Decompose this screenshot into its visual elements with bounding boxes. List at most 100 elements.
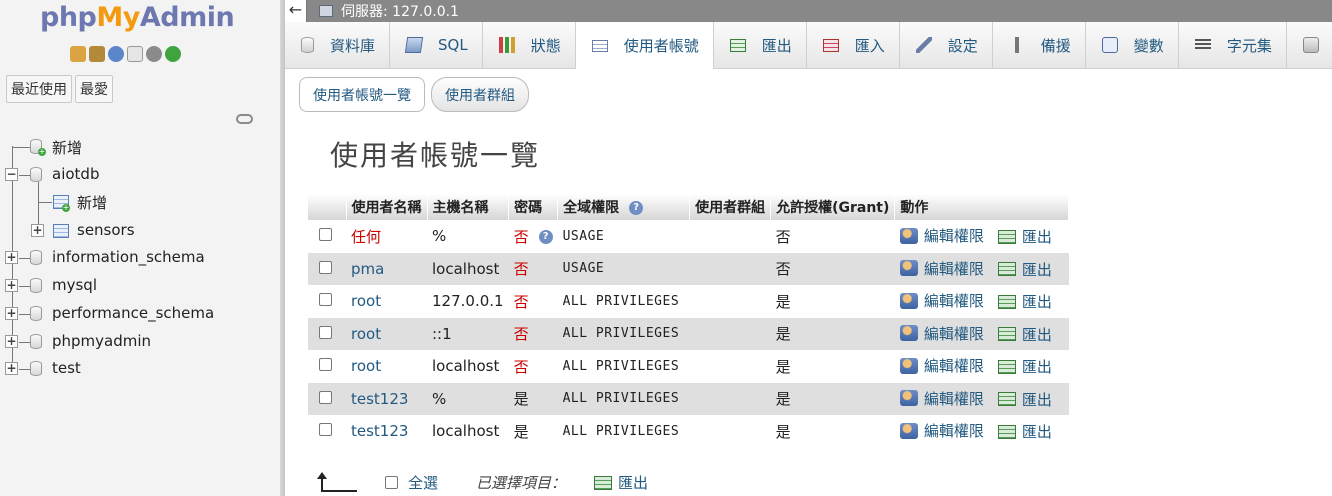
help-icon[interactable]: ? xyxy=(538,230,553,245)
tree-item-phpmyadmin[interactable]: + phpmyadmin xyxy=(0,329,280,355)
hostname-cell: % xyxy=(427,382,509,415)
recent-button[interactable]: 最近使用 xyxy=(6,75,72,103)
docs-icon[interactable] xyxy=(127,46,143,62)
password-status: 否 xyxy=(513,357,529,376)
export-link[interactable]: 匯出 xyxy=(997,421,1052,442)
tab-settings[interactable]: 設定 xyxy=(900,22,993,68)
hostname-cell: % xyxy=(427,220,509,253)
row-checkbox[interactable] xyxy=(319,228,332,242)
expand-icon[interactable]: + xyxy=(5,307,18,320)
tab-variables[interactable]: 變數 xyxy=(1086,22,1179,68)
collapse-icon[interactable]: − xyxy=(5,168,18,181)
actions-cell: 編輯權限 匯出 xyxy=(894,285,1069,318)
grant-cell: 否 xyxy=(770,252,895,285)
database-icon xyxy=(30,361,42,376)
phpmyadmin-logo[interactable]: phpMyAdmin xyxy=(40,2,235,33)
reload-icon[interactable] xyxy=(165,46,181,62)
table-row: 任何% 否? USAGE 否編輯權限 匯出 xyxy=(308,220,1069,253)
hostname-cell: localhost xyxy=(427,350,509,383)
row-checkbox[interactable] xyxy=(319,325,332,339)
row-checkbox[interactable] xyxy=(319,358,332,372)
user-group-cell xyxy=(689,382,771,415)
expand-icon[interactable]: + xyxy=(5,251,18,264)
tree-item-performance-schema[interactable]: + performance_schema xyxy=(0,301,280,327)
expand-icon[interactable]: + xyxy=(5,279,18,292)
tree-item-aiotdb[interactable]: − aiotdb xyxy=(0,162,280,188)
username-cell: root xyxy=(346,350,427,383)
tab-user-accounts[interactable]: 使用者帳號 xyxy=(575,22,714,69)
row-checkbox[interactable] xyxy=(319,390,332,404)
password-cell: 是 xyxy=(508,415,558,448)
grant-cell: 是 xyxy=(770,382,895,415)
edit-privileges-link[interactable]: 編輯權限 xyxy=(899,420,984,441)
password-status: 是 xyxy=(513,390,529,409)
tab-databases[interactable]: 資料庫 xyxy=(285,22,391,68)
select-all-label[interactable]: 全選 xyxy=(408,472,438,493)
tab-replication[interactable]: 備援 xyxy=(993,22,1086,68)
home-icon[interactable] xyxy=(70,46,86,62)
password-status: 是 xyxy=(513,422,529,441)
page-title: 使用者帳號一覽 xyxy=(330,139,541,172)
edit-privileges-link[interactable]: 編輯權限 xyxy=(899,388,984,409)
tree-item-mysql[interactable]: + mysql xyxy=(0,273,280,299)
server-breadcrumb-bar: ← 伺服器: 127.0.0.1 xyxy=(285,0,1332,22)
password-status: 否 xyxy=(513,292,529,311)
username: root xyxy=(351,357,382,376)
expand-icon[interactable]: + xyxy=(5,362,18,375)
bulk-export-link[interactable]: 匯出 xyxy=(594,472,648,493)
export-link[interactable]: 匯出 xyxy=(997,259,1052,280)
settings-icon[interactable] xyxy=(146,46,162,62)
row-checkbox[interactable] xyxy=(319,293,332,307)
tab-sql[interactable]: SQL xyxy=(390,22,483,68)
status-icon xyxy=(498,37,515,53)
tab-charsets[interactable]: 字元集 xyxy=(1179,22,1287,68)
expand-icon[interactable]: + xyxy=(31,224,44,237)
back-arrow-icon[interactable]: ← xyxy=(285,0,307,22)
username: test123 xyxy=(351,389,409,408)
edit-privileges-link[interactable]: 編輯權限 xyxy=(899,290,984,311)
privileges-cell: ALL PRIVILEGES xyxy=(557,382,690,415)
select-all-checkbox[interactable] xyxy=(385,476,398,489)
export-link[interactable]: 匯出 xyxy=(997,324,1052,345)
tab-engines[interactable]: 引擎 xyxy=(1287,22,1332,68)
tree-item-new-database[interactable]: + 新增 xyxy=(0,134,280,160)
edit-privileges-link[interactable]: 編輯權限 xyxy=(899,355,984,376)
export-link[interactable]: 匯出 xyxy=(997,226,1052,247)
edit-privileges-link[interactable]: 編輯權限 xyxy=(899,323,984,344)
username: root xyxy=(351,292,382,311)
grant-cell: 是 xyxy=(770,415,895,448)
favorites-button[interactable]: 最愛 xyxy=(75,75,113,103)
row-checkbox-cell xyxy=(308,285,346,318)
help-icon[interactable]: ? xyxy=(629,201,644,215)
subtab-user-groups[interactable]: 使用者群組 xyxy=(431,77,529,112)
edit-privileges-link[interactable]: 編輯權限 xyxy=(899,258,984,279)
database-icon xyxy=(30,334,42,349)
export-icon xyxy=(594,475,613,490)
export-link[interactable]: 匯出 xyxy=(997,356,1052,377)
table-row: root localhost 否 ALL PRIVILEGES 是編輯權限 匯出 xyxy=(308,350,1069,383)
user-group-cell xyxy=(689,317,771,350)
link-with-main-icon[interactable] xyxy=(236,114,253,124)
edit-privileges-link[interactable]: 編輯權限 xyxy=(899,225,984,246)
password-cell: 否 xyxy=(508,350,558,383)
export-link[interactable]: 匯出 xyxy=(997,291,1052,312)
logout-icon[interactable] xyxy=(89,46,105,62)
row-checkbox[interactable] xyxy=(319,423,332,437)
expand-icon[interactable]: + xyxy=(5,335,18,348)
users-icon xyxy=(591,39,608,52)
export-icon xyxy=(997,262,1016,276)
help-icon[interactable] xyxy=(108,46,124,62)
tree-item-sensors[interactable]: + sensors xyxy=(0,218,280,244)
tab-import[interactable]: 匯入 xyxy=(807,22,900,68)
phpmyadmin-app: phpMyAdmin 最近使用 最愛 + 新增 − aiotdb + 新增 + … xyxy=(0,0,1332,496)
tree-item-information-schema[interactable]: + information_schema xyxy=(0,245,280,271)
export-link[interactable]: 匯出 xyxy=(997,389,1052,410)
tree-item-test[interactable]: + test xyxy=(0,356,280,382)
server-title[interactable]: 伺服器: 127.0.0.1 xyxy=(341,1,459,21)
tree-item-new-table[interactable]: + 新增 xyxy=(0,189,280,215)
tab-export[interactable]: 匯出 xyxy=(714,22,807,68)
subtab-user-accounts-overview[interactable]: 使用者帳號一覽 xyxy=(299,77,425,112)
row-checkbox[interactable] xyxy=(319,260,332,274)
tab-status[interactable]: 狀態 xyxy=(483,22,576,68)
password-cell: 否? xyxy=(508,220,558,253)
